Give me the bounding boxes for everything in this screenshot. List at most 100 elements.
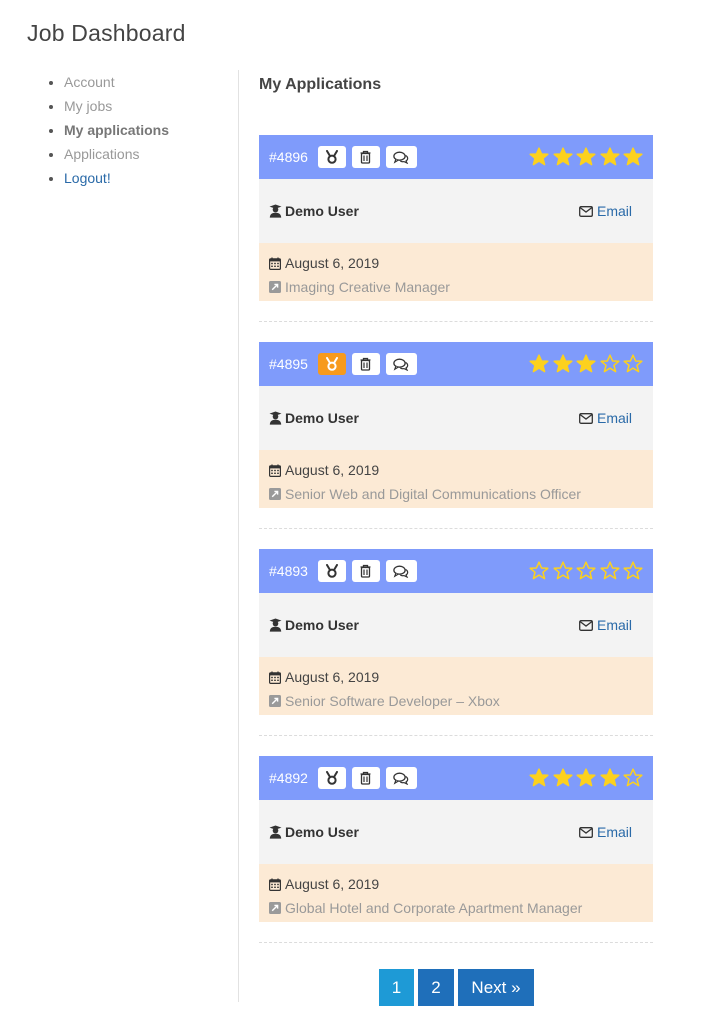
star-icon[interactable] bbox=[526, 768, 549, 788]
job-title: Global Hotel and Corporate Apartment Man… bbox=[285, 900, 583, 916]
star-icon[interactable] bbox=[596, 354, 620, 374]
email-link[interactable]: Email bbox=[579, 203, 632, 219]
sidebar: Account My jobs My applications Applicat… bbox=[0, 70, 239, 1002]
application-header: #4896 bbox=[259, 135, 653, 179]
application-date-row: August 6, 2019 bbox=[269, 251, 643, 275]
sidebar-item-logout: Logout! bbox=[64, 166, 238, 190]
section-title: My Applications bbox=[259, 76, 382, 93]
applicant-row: Demo User Email bbox=[259, 800, 653, 864]
application-list: #4896 Demo User Email August 6, 2019 Imaging… bbox=[259, 135, 653, 963]
job-title-row: Senior Software Developer – Xbox bbox=[269, 689, 643, 713]
page-title: Job Dashboard bbox=[27, 20, 186, 46]
applicant-name: Demo User bbox=[285, 203, 359, 219]
main-content: My Applications #4896 Demo User Email Augus… bbox=[259, 70, 653, 943]
external-link-icon bbox=[269, 695, 285, 707]
email-label: Email bbox=[596, 617, 632, 633]
email-label: Email bbox=[596, 824, 632, 840]
sidebar-link-applications[interactable]: Applications bbox=[64, 146, 140, 162]
star-icon[interactable] bbox=[620, 561, 643, 581]
delete-button[interactable] bbox=[351, 353, 380, 375]
envelope-icon bbox=[579, 826, 597, 838]
job-title-row: Imaging Creative Manager bbox=[269, 275, 643, 299]
star-icon[interactable] bbox=[596, 561, 620, 581]
award-button[interactable] bbox=[317, 146, 346, 168]
rating-stars bbox=[526, 561, 643, 581]
message-button[interactable] bbox=[385, 560, 417, 582]
sidebar-link-account[interactable]: Account bbox=[64, 74, 115, 90]
chat-icon bbox=[393, 565, 409, 578]
email-label: Email bbox=[596, 203, 632, 219]
sidebar-item-account: Account bbox=[64, 70, 238, 94]
star-icon[interactable] bbox=[526, 147, 549, 167]
application-header: #4892 bbox=[259, 756, 653, 800]
star-icon[interactable] bbox=[573, 561, 596, 581]
chat-icon bbox=[393, 151, 409, 164]
award-icon bbox=[325, 357, 339, 371]
delete-button[interactable] bbox=[351, 146, 380, 168]
star-icon[interactable] bbox=[549, 147, 573, 167]
sidebar-link-my-jobs[interactable]: My jobs bbox=[64, 98, 112, 114]
message-button[interactable] bbox=[385, 767, 417, 789]
rating-stars bbox=[526, 147, 643, 167]
external-link-icon bbox=[269, 902, 285, 914]
application-info: August 6, 2019 Global Hotel and Corporate… bbox=[259, 864, 653, 922]
chat-icon bbox=[393, 358, 409, 371]
sidebar-link-my-applications[interactable]: My applications bbox=[64, 122, 169, 138]
external-link-icon bbox=[269, 488, 285, 500]
message-button[interactable] bbox=[385, 353, 417, 375]
star-icon[interactable] bbox=[620, 768, 643, 788]
application-date-row: August 6, 2019 bbox=[269, 872, 643, 896]
job-title-row: Senior Web and Digital Communications Of… bbox=[269, 482, 643, 506]
trash-icon bbox=[359, 771, 372, 785]
application-info: August 6, 2019 Senior Software Developer … bbox=[259, 657, 653, 715]
star-icon[interactable] bbox=[573, 354, 596, 374]
job-title: Senior Web and Digital Communications Of… bbox=[285, 486, 581, 502]
application-id: #4895 bbox=[269, 356, 308, 372]
application-card: #4895 Demo User Email August 6, 2019 Senior … bbox=[259, 342, 653, 529]
next-page-button[interactable]: Next » bbox=[458, 969, 534, 1006]
star-icon[interactable] bbox=[596, 768, 620, 788]
application-header: #4895 bbox=[259, 342, 653, 386]
calendar-icon bbox=[269, 671, 285, 684]
page-2-button[interactable]: 2 bbox=[418, 969, 454, 1006]
delete-button[interactable] bbox=[351, 767, 380, 789]
award-button[interactable] bbox=[317, 767, 346, 789]
application-card: #4892 Demo User Email August 6, 2019 Global … bbox=[259, 756, 653, 943]
message-button[interactable] bbox=[385, 146, 417, 168]
award-button[interactable] bbox=[317, 560, 346, 582]
application-info: August 6, 2019 Senior Web and Digital Com… bbox=[259, 450, 653, 508]
star-icon[interactable] bbox=[549, 768, 573, 788]
application-date-row: August 6, 2019 bbox=[269, 665, 643, 689]
star-icon[interactable] bbox=[549, 354, 573, 374]
star-icon[interactable] bbox=[573, 147, 596, 167]
applicant-row: Demo User Email bbox=[259, 593, 653, 657]
application-card: #4896 Demo User Email August 6, 2019 Imaging… bbox=[259, 135, 653, 322]
application-date: August 6, 2019 bbox=[285, 255, 380, 271]
sidebar-item-my-jobs: My jobs bbox=[64, 94, 238, 118]
sidebar-link-logout[interactable]: Logout! bbox=[64, 170, 111, 186]
user-graduate-icon bbox=[269, 825, 282, 839]
star-icon[interactable] bbox=[573, 768, 596, 788]
star-icon[interactable] bbox=[526, 561, 549, 581]
star-icon[interactable] bbox=[620, 354, 643, 374]
email-link[interactable]: Email bbox=[579, 824, 632, 840]
email-label: Email bbox=[596, 410, 632, 426]
star-icon[interactable] bbox=[620, 147, 643, 167]
external-link-icon bbox=[269, 281, 285, 293]
star-icon[interactable] bbox=[526, 354, 549, 374]
email-link[interactable]: Email bbox=[579, 410, 632, 426]
envelope-icon bbox=[579, 412, 597, 424]
calendar-icon bbox=[269, 464, 285, 477]
pagination: 1 2 Next » bbox=[379, 969, 538, 1006]
applicant-row: Demo User Email bbox=[259, 386, 653, 450]
application-id: #4893 bbox=[269, 563, 308, 579]
application-date: August 6, 2019 bbox=[285, 669, 380, 685]
user-graduate-icon bbox=[269, 618, 282, 632]
page-1-button[interactable]: 1 bbox=[379, 969, 414, 1006]
star-icon[interactable] bbox=[596, 147, 620, 167]
email-link[interactable]: Email bbox=[579, 617, 632, 633]
award-button[interactable] bbox=[317, 353, 346, 375]
star-icon[interactable] bbox=[549, 561, 573, 581]
delete-button[interactable] bbox=[351, 560, 380, 582]
job-title-row: Global Hotel and Corporate Apartment Man… bbox=[269, 896, 643, 920]
